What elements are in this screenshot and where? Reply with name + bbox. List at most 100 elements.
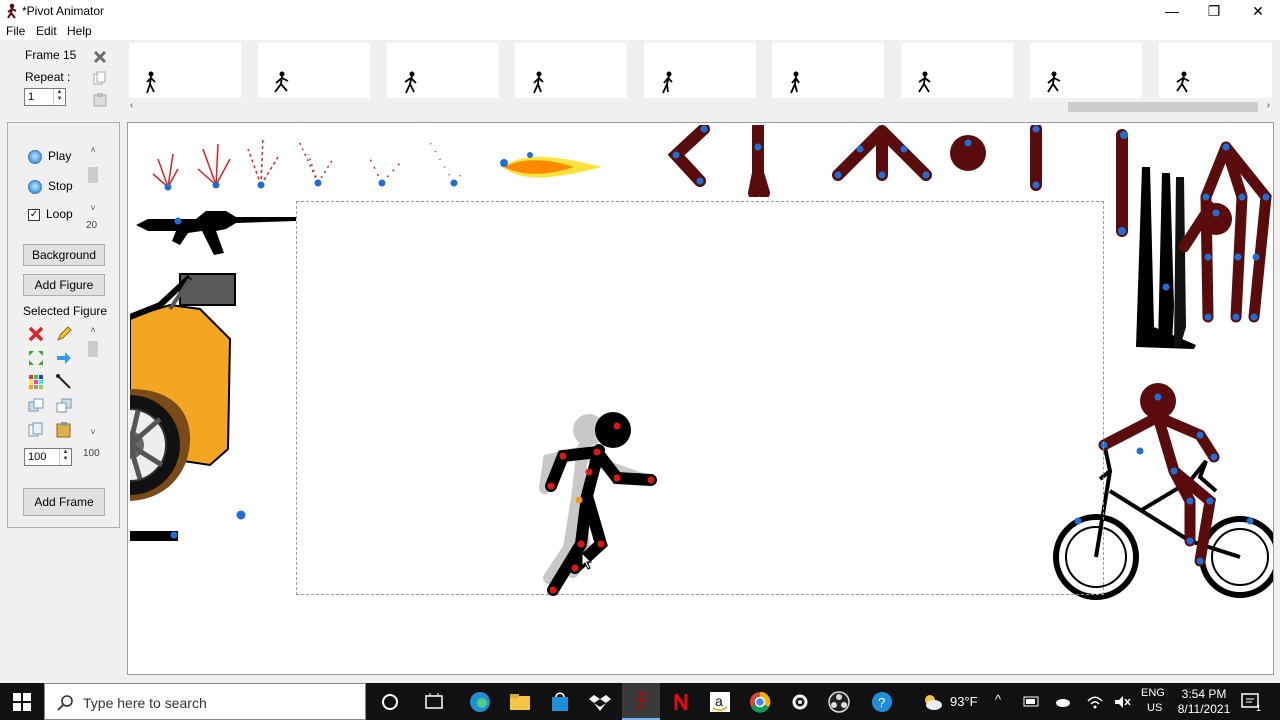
- amazon-icon[interactable]: a: [709, 691, 731, 713]
- scale-max-label: 100: [83, 448, 100, 459]
- car-figure[interactable]: [130, 269, 240, 509]
- frame-thumbnail[interactable]: [1030, 43, 1142, 98]
- frame-thumbnail[interactable]: [129, 43, 241, 98]
- stick-figure[interactable]: [529, 406, 669, 600]
- add-figure-button[interactable]: Add Figure: [23, 274, 105, 296]
- scrollbar-thumb[interactable]: [1068, 102, 1258, 112]
- speaker-muted-icon[interactable]: [1113, 693, 1135, 715]
- bring-front-icon[interactable]: [55, 397, 73, 415]
- cortana-icon[interactable]: [379, 691, 401, 713]
- arrow-right-icon[interactable]: [55, 349, 73, 367]
- frame-thumbnail[interactable]: [387, 43, 499, 98]
- frame-thumbnail[interactable]: [1159, 43, 1272, 98]
- menu-edit[interactable]: Edit: [36, 24, 57, 38]
- minimize-button[interactable]: —: [1150, 0, 1194, 22]
- windows-start-icon[interactable]: [13, 693, 31, 711]
- store-icon[interactable]: [549, 691, 571, 713]
- paste-frame-icon[interactable]: [93, 93, 107, 107]
- scroll-left-icon[interactable]: ‹: [130, 100, 133, 111]
- selected-figure-title: Selected Figure: [23, 304, 108, 318]
- loop-checkbox[interactable]: ✓ Loop: [28, 207, 73, 221]
- close-button[interactable]: ✕: [1236, 0, 1280, 22]
- pivot-app-icon: [635, 691, 648, 711]
- obs-icon[interactable]: [828, 691, 850, 713]
- language-indicator[interactable]: ENG: [1141, 687, 1165, 699]
- search-icon: [57, 695, 73, 711]
- file-explorer-icon[interactable]: [509, 691, 531, 713]
- clock-time[interactable]: 3:54 PM: [1180, 687, 1228, 701]
- stage-area[interactable]: [296, 201, 1104, 596]
- frame-thumbnail[interactable]: [258, 43, 370, 98]
- edit-figure-icon[interactable]: [55, 325, 73, 343]
- pivot-taskbar-button[interactable]: [622, 683, 660, 720]
- windows-taskbar: Type here to search a ? 93°F ^ ENG US 3:…: [0, 683, 1280, 720]
- close-icon: ✕: [1252, 3, 1264, 19]
- dropbox-icon[interactable]: [589, 691, 611, 713]
- weather-temperature[interactable]: 93°F: [950, 694, 978, 709]
- menu-file[interactable]: File: [6, 24, 25, 38]
- stop-label: Stop: [48, 179, 73, 193]
- body-part-figures[interactable]: [668, 125, 1068, 197]
- delete-frame-icon[interactable]: [93, 50, 107, 64]
- repeat-stepper[interactable]: 1 ▲ ▼: [24, 88, 66, 106]
- region-indicator[interactable]: US: [1147, 702, 1162, 714]
- chevron-up-icon[interactable]: ^: [995, 692, 1001, 707]
- join-tool-icon[interactable]: [55, 373, 73, 391]
- chevron-up-icon: ˄: [90, 145, 96, 155]
- pivot-app-icon: [7, 3, 17, 19]
- netflix-icon[interactable]: [670, 691, 692, 713]
- window-title: *Pivot Animator: [22, 4, 105, 18]
- play-radio[interactable]: Play: [28, 149, 71, 164]
- onedrive-icon[interactable]: [1053, 694, 1075, 716]
- send-back-icon[interactable]: [27, 397, 45, 415]
- scale-slider-thumb[interactable]: [88, 341, 98, 357]
- add-frame-button[interactable]: Add Frame: [23, 488, 105, 516]
- frame-thumbnail[interactable]: [901, 43, 1013, 98]
- edge-icon[interactable]: [469, 691, 491, 713]
- paste-figure-icon[interactable]: [55, 421, 73, 439]
- chrome-icon[interactable]: [749, 691, 771, 713]
- speed-slider-thumb[interactable]: [88, 167, 98, 183]
- rifle-figure[interactable]: [136, 201, 296, 257]
- scale-value: 100: [28, 451, 47, 463]
- figure-scale-slider[interactable]: ˄ ˅: [86, 325, 100, 441]
- frame-thumbnail[interactable]: [644, 43, 756, 98]
- settings-gear-icon[interactable]: [789, 691, 811, 713]
- weather-icon[interactable]: [921, 691, 943, 713]
- flip-figure-icon[interactable]: [27, 349, 45, 367]
- restore-icon: ❐: [1207, 3, 1221, 19]
- taskbar-search-box[interactable]: Type here to search: [44, 683, 366, 720]
- clock-date[interactable]: 8/11/2021: [1174, 702, 1234, 716]
- speed-value: 20: [86, 220, 98, 231]
- muzzle-flash-figure[interactable]: [494, 147, 606, 191]
- wifi-icon[interactable]: [1086, 693, 1108, 715]
- frame-number-label: Frame 15: [25, 48, 77, 62]
- bar-figure[interactable]: [130, 527, 184, 545]
- scale-stepper[interactable]: 100 ▲ ▼: [24, 448, 72, 466]
- animation-canvas[interactable]: [127, 122, 1274, 675]
- control-panel: Play Stop ✓ Loop ˄ ˅ 20 Background Add Fi…: [7, 122, 120, 528]
- copy-figure-icon[interactable]: [27, 421, 45, 439]
- chevron-down-icon: ˅: [90, 203, 96, 213]
- battery-icon[interactable]: [1023, 694, 1045, 716]
- frames-scrollbar[interactable]: ‹ ›: [128, 100, 1272, 114]
- scroll-right-icon[interactable]: ›: [1267, 100, 1270, 111]
- speed-slider[interactable]: ˄ ˅: [86, 145, 100, 225]
- help-icon[interactable]: ?: [871, 691, 893, 713]
- restore-button[interactable]: ❐: [1192, 0, 1236, 22]
- joint-handle[interactable]: [235, 509, 247, 521]
- task-view-icon[interactable]: [423, 691, 445, 713]
- stop-radio[interactable]: Stop: [28, 179, 73, 194]
- delete-figure-icon[interactable]: [27, 325, 45, 343]
- loop-label: Loop: [46, 207, 73, 221]
- svg-text:a: a: [715, 693, 723, 709]
- background-button[interactable]: Background: [23, 244, 105, 266]
- weapon-stack-figures[interactable]: [1106, 127, 1274, 397]
- color-grid-icon[interactable]: [27, 373, 45, 391]
- copy-frame-icon[interactable]: [93, 71, 107, 85]
- menu-help[interactable]: Help: [67, 24, 92, 38]
- frame-thumbnail[interactable]: [515, 43, 627, 98]
- frame-thumbnail[interactable]: [772, 43, 884, 98]
- chevron-up-icon: ˄: [90, 325, 96, 335]
- blood-splatter-figures[interactable]: [138, 129, 478, 193]
